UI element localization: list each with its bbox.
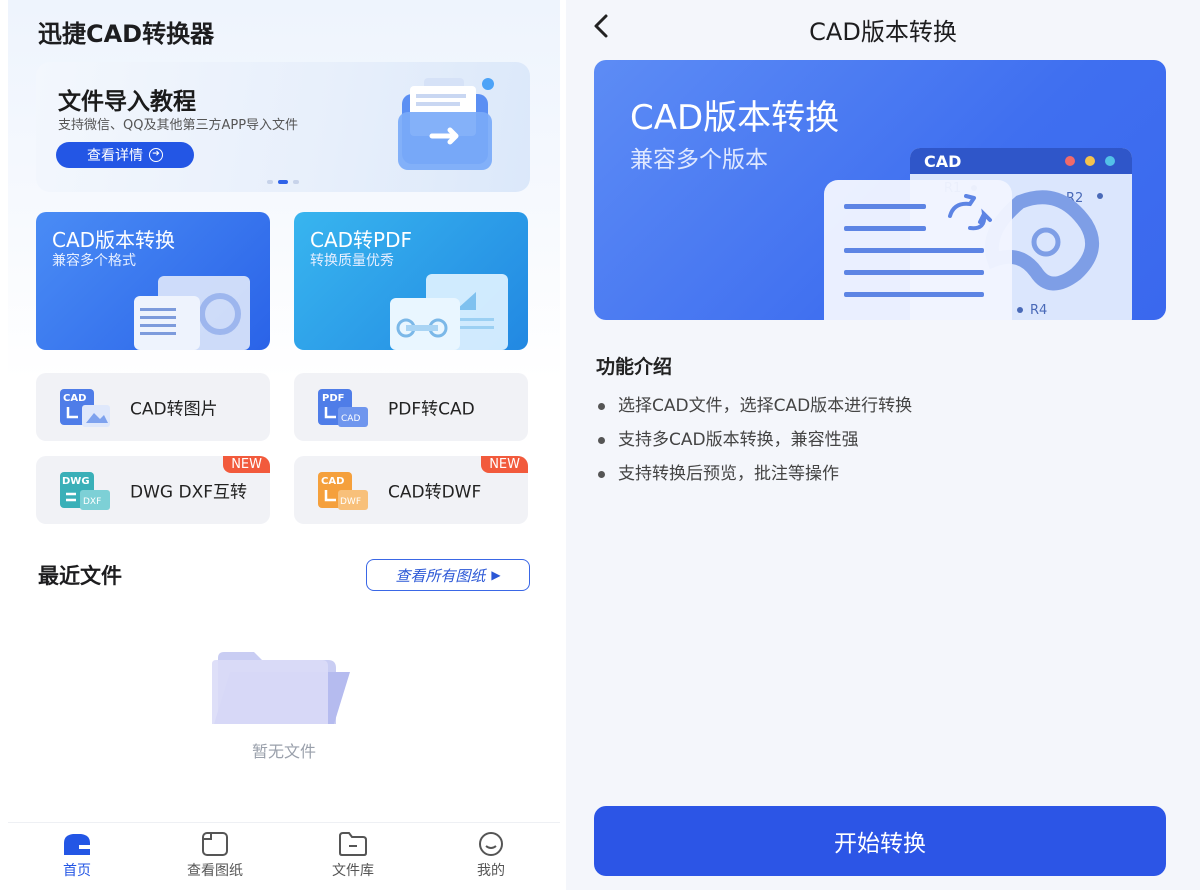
feature-card-title: CAD版本转换 [52, 228, 176, 252]
hero-title: CAD版本转换 [630, 98, 840, 138]
dwg-dxf-icon: DWG DXF [60, 472, 110, 510]
svg-text:DWF: DWF [340, 497, 361, 507]
tool-cad-to-dwf[interactable]: NEW CAD DWF CAD转DWF [294, 456, 528, 524]
view-all-label: 查看所有图纸 [395, 566, 486, 585]
feature-card-cad-to-pdf[interactable]: CAD转PDF 转换质量优秀 [294, 212, 528, 350]
tab-view-drawings[interactable]: 查看图纸 [146, 823, 284, 890]
feature-card-subtitle: 转换质量优秀 [310, 253, 394, 269]
tool-label: DWG DXF互转 [130, 482, 247, 503]
pagination-dot-active[interactable] [278, 180, 288, 184]
feature-intro-list: 选择CAD文件，选择CAD版本进行转换 支持多CAD版本转换，兼容性强 支持转换… [596, 394, 912, 496]
feature-card-cad-version[interactable]: CAD版本转换 兼容多个格式 [36, 212, 270, 350]
svg-text:CAD: CAD [341, 414, 360, 424]
folder-icon [339, 832, 367, 856]
view-details-button[interactable]: 查看详情 ➔ [56, 142, 194, 168]
list-item: 支持多CAD版本转换，兼容性强 [596, 428, 912, 462]
feature-intro-title: 功能介绍 [596, 356, 673, 378]
svg-text:CAD: CAD [321, 476, 344, 487]
chevron-left-icon [594, 14, 608, 38]
cad-version-screen: CAD版本转换 CAD版本转换 兼容多个版本 CAD R1 R2 R4 [566, 0, 1200, 890]
tool-label: CAD转图片 [130, 399, 218, 420]
home-screen: 迅捷CAD转换器 文件导入教程 支持微信、QQ及其他第三方APP导入文件 查看详… [8, 0, 560, 890]
back-button[interactable] [592, 12, 610, 46]
folder-illustration-icon [398, 78, 494, 170]
view-details-label: 查看详情 [87, 148, 143, 164]
feature-card-title: CAD转PDF [310, 228, 413, 252]
page-title: CAD版本转换 [809, 18, 957, 46]
svg-text:PDF: PDF [322, 393, 344, 404]
svg-text:CAD: CAD [63, 393, 86, 404]
pagination-dot[interactable] [267, 180, 273, 184]
drawing-icon [202, 832, 228, 856]
pagination-dot[interactable] [293, 180, 299, 184]
home-icon [64, 834, 90, 855]
tab-home[interactable]: 首页 [8, 823, 146, 890]
tool-label: PDF转CAD [388, 399, 475, 420]
cad-version-illustration-icon [134, 276, 250, 350]
play-triangle-icon: ▶ [491, 568, 501, 582]
cad-to-dwf-icon: CAD DWF [318, 472, 368, 510]
tab-label: 文件库 [332, 863, 374, 879]
hero-banner: CAD版本转换 兼容多个版本 CAD R1 R2 R4 [594, 60, 1166, 320]
bottom-tab-bar: 首页 查看图纸 文件库 我的 [8, 822, 560, 890]
cad-to-pdf-illustration-icon [390, 274, 508, 350]
tab-file-library[interactable]: 文件库 [284, 823, 422, 890]
tool-label: CAD转DWF [388, 482, 482, 503]
tab-label: 查看图纸 [187, 863, 243, 879]
list-item: 支持转换后预览，批注等操作 [596, 462, 912, 496]
tool-dwg-dxf-convert[interactable]: NEW DWG DXF DWG DXF互转 [36, 456, 270, 524]
feature-card-subtitle: 兼容多个格式 [52, 253, 136, 269]
cad-to-image-icon: CAD [60, 389, 110, 427]
tab-label: 首页 [63, 863, 91, 879]
start-convert-button[interactable]: 开始转换 [594, 806, 1166, 876]
tab-profile[interactable]: 我的 [422, 823, 560, 890]
svg-text:DWG: DWG [62, 476, 90, 487]
recent-files-title: 最近文件 [38, 564, 122, 588]
banner-pagination [267, 180, 299, 184]
empty-state-text: 暂无文件 [251, 742, 316, 761]
arrow-right-circle-icon: ➔ [149, 148, 163, 162]
new-badge: NEW [223, 456, 270, 473]
pdf-to-cad-icon: PDF CAD [318, 389, 368, 427]
smile-icon [479, 832, 503, 856]
hero-subtitle: 兼容多个版本 [630, 147, 768, 173]
tutorial-banner[interactable]: 文件导入教程 支持微信、QQ及其他第三方APP导入文件 查看详情 ➔ [36, 62, 530, 192]
banner-title: 文件导入教程 [58, 89, 196, 115]
empty-folder-icon [212, 652, 350, 724]
app-title: 迅捷CAD转换器 [38, 20, 215, 48]
window-label: CAD [924, 152, 961, 171]
marker-r4: R4 [1030, 303, 1047, 318]
new-badge: NEW [481, 456, 528, 473]
cad-window-illustration-icon: CAD R1 R2 R4 [824, 148, 1132, 320]
view-all-drawings-button[interactable]: 查看所有图纸 ▶ [366, 559, 530, 591]
svg-text:DXF: DXF [83, 497, 101, 507]
tab-label: 我的 [477, 863, 505, 879]
tool-cad-to-image[interactable]: CAD CAD转图片 [36, 373, 270, 441]
banner-subtitle: 支持微信、QQ及其他第三方APP导入文件 [58, 118, 299, 133]
tool-pdf-to-cad[interactable]: PDF CAD PDF转CAD [294, 373, 528, 441]
list-item: 选择CAD文件，选择CAD版本进行转换 [596, 394, 912, 428]
